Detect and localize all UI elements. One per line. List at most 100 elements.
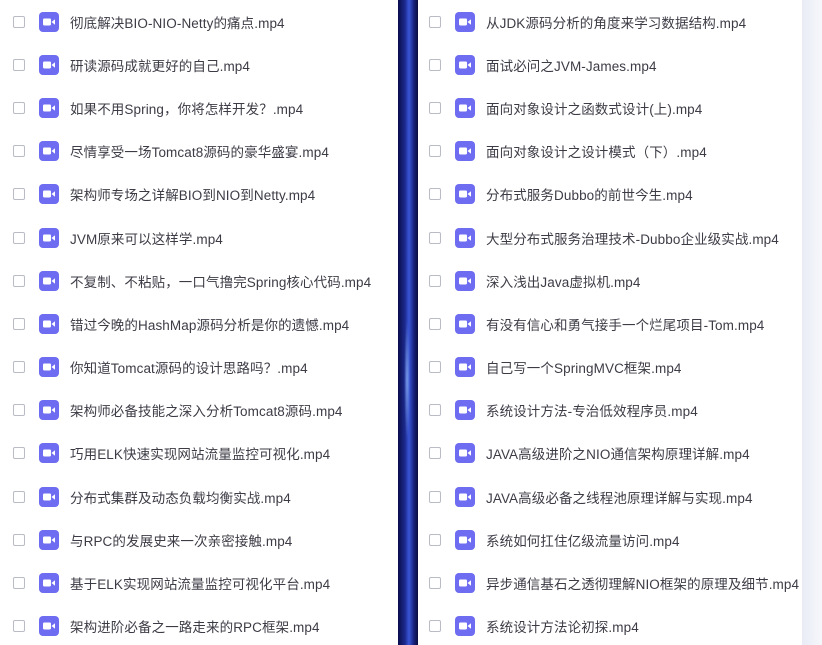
file-checkbox[interactable] bbox=[13, 620, 25, 633]
file-checkbox[interactable] bbox=[429, 58, 441, 71]
video-file-icon bbox=[455, 357, 475, 378]
file-name[interactable]: 你知道Tomcat源码的设计思路吗？.mp4 bbox=[70, 357, 308, 377]
file-checkbox[interactable] bbox=[429, 361, 441, 374]
file-checkbox[interactable] bbox=[13, 533, 25, 546]
file-checkbox[interactable] bbox=[13, 58, 25, 71]
file-name[interactable]: 面试必问之JVM-James.mp4 bbox=[486, 55, 657, 75]
file-row[interactable]: 有没有信心和勇气接手一个烂尾项目-Tom.mp4 bbox=[418, 302, 802, 345]
file-row[interactable]: 如果不用Spring，你将怎样开发？.mp4 bbox=[0, 86, 398, 129]
file-name[interactable]: JVM原来可以这样学.mp4 bbox=[70, 228, 223, 248]
file-name[interactable]: 分布式服务Dubbo的前世今生.mp4 bbox=[486, 184, 693, 204]
file-row[interactable]: 架构进阶必备之一路走来的RPC框架.mp4 bbox=[0, 605, 398, 645]
file-row[interactable]: 面试必问之JVM-James.mp4 bbox=[418, 43, 802, 86]
file-row[interactable]: 系统设计方法-专治低效程序员.mp4 bbox=[418, 389, 802, 432]
file-name[interactable]: 自己写一个SpringMVC框架.mp4 bbox=[486, 357, 682, 377]
file-name[interactable]: JAVA高级进阶之NIO通信架构原理详解.mp4 bbox=[486, 443, 750, 463]
file-name[interactable]: 大型分布式服务治理技术-Dubbo企业级实战.mp4 bbox=[486, 228, 779, 248]
file-name[interactable]: 架构师专场之详解BIO到NIO到Netty.mp4 bbox=[70, 184, 315, 204]
file-list-screenshot: 彻底解决BIO-NIO-Netty的痛点.mp4 研读源码成就更好的自己.mp4 如… bbox=[0, 0, 822, 645]
file-row[interactable]: 面向对象设计之设计模式（下）.mp4 bbox=[418, 130, 802, 173]
file-row[interactable]: 不复制、不粘贴，一口气撸完Spring核心代码.mp4 bbox=[0, 259, 398, 302]
file-row[interactable]: 从JDK源码分析的角度来学习数据结构.mp4 bbox=[418, 0, 802, 43]
file-checkbox[interactable] bbox=[429, 620, 441, 633]
file-checkbox[interactable] bbox=[429, 533, 441, 546]
file-name[interactable]: 不复制、不粘贴，一口气撸完Spring核心代码.mp4 bbox=[70, 271, 371, 291]
file-row[interactable]: 巧用ELK快速实现网站流量监控可视化.mp4 bbox=[0, 432, 398, 475]
file-checkbox[interactable] bbox=[13, 404, 25, 417]
file-checkbox[interactable] bbox=[429, 404, 441, 417]
file-row[interactable]: 基于ELK实现网站流量监控可视化平台.mp4 bbox=[0, 561, 398, 604]
file-row[interactable]: 大型分布式服务治理技术-Dubbo企业级实战.mp4 bbox=[418, 216, 802, 259]
video-file-icon bbox=[455, 400, 475, 421]
file-name[interactable]: 异步通信基石之透彻理解NIO框架的原理及细节.mp4 bbox=[486, 573, 799, 593]
left-file-list: 彻底解决BIO-NIO-Netty的痛点.mp4 研读源码成就更好的自己.mp4 如… bbox=[0, 0, 398, 645]
file-row[interactable]: 面向对象设计之函数式设计(上).mp4 bbox=[418, 86, 802, 129]
video-file-icon bbox=[39, 400, 59, 421]
file-row[interactable]: 架构师必备技能之深入分析Tomcat8源码.mp4 bbox=[0, 389, 398, 432]
right-file-panel: 从JDK源码分析的角度来学习数据结构.mp4 面试必问之JVM-James.mp4… bbox=[418, 0, 802, 645]
left-file-panel: 彻底解决BIO-NIO-Netty的痛点.mp4 研读源码成就更好的自己.mp4 如… bbox=[0, 0, 398, 645]
video-file-icon bbox=[455, 270, 475, 291]
file-row[interactable]: 异步通信基石之透彻理解NIO框架的原理及细节.mp4 bbox=[418, 561, 802, 604]
file-checkbox[interactable] bbox=[429, 15, 441, 28]
file-checkbox[interactable] bbox=[429, 188, 441, 201]
file-name[interactable]: JAVA高级必备之线程池原理详解与实现.mp4 bbox=[486, 487, 753, 507]
file-checkbox[interactable] bbox=[13, 231, 25, 244]
file-row[interactable]: 系统如何扛住亿级流量访问.mp4 bbox=[418, 518, 802, 561]
file-row[interactable]: 与RPC的发展史来一次亲密接触.mp4 bbox=[0, 518, 398, 561]
video-file-icon bbox=[39, 270, 59, 291]
file-checkbox[interactable] bbox=[13, 101, 25, 114]
file-name[interactable]: 面向对象设计之设计模式（下）.mp4 bbox=[486, 141, 707, 161]
file-name[interactable]: 错过今晚的HashMap源码分析是你的遗憾.mp4 bbox=[70, 314, 349, 334]
file-row[interactable]: JAVA高级必备之线程池原理详解与实现.mp4 bbox=[418, 475, 802, 518]
file-checkbox[interactable] bbox=[429, 231, 441, 244]
file-checkbox[interactable] bbox=[429, 490, 441, 503]
file-checkbox[interactable] bbox=[429, 447, 441, 460]
file-name[interactable]: 巧用ELK快速实现网站流量监控可视化.mp4 bbox=[70, 443, 330, 463]
file-name[interactable]: 有没有信心和勇气接手一个烂尾项目-Tom.mp4 bbox=[486, 314, 764, 334]
file-name[interactable]: 研读源码成就更好的自己.mp4 bbox=[70, 55, 250, 75]
file-checkbox[interactable] bbox=[429, 577, 441, 590]
file-row[interactable]: JAVA高级进阶之NIO通信架构原理详解.mp4 bbox=[418, 432, 802, 475]
file-row[interactable]: 架构师专场之详解BIO到NIO到Netty.mp4 bbox=[0, 173, 398, 216]
file-checkbox[interactable] bbox=[429, 274, 441, 287]
file-name[interactable]: 如果不用Spring，你将怎样开发？.mp4 bbox=[70, 98, 303, 118]
file-checkbox[interactable] bbox=[429, 317, 441, 330]
file-checkbox[interactable] bbox=[429, 101, 441, 114]
file-row[interactable]: 系统设计方法论初探.mp4 bbox=[418, 605, 802, 645]
file-name[interactable]: 系统设计方法-专治低效程序员.mp4 bbox=[486, 400, 698, 420]
file-name[interactable]: 架构进阶必备之一路走来的RPC框架.mp4 bbox=[70, 616, 320, 636]
file-checkbox[interactable] bbox=[13, 490, 25, 503]
file-row[interactable]: 分布式服务Dubbo的前世今生.mp4 bbox=[418, 173, 802, 216]
file-name[interactable]: 从JDK源码分析的角度来学习数据结构.mp4 bbox=[486, 12, 746, 32]
file-row[interactable]: 研读源码成就更好的自己.mp4 bbox=[0, 43, 398, 86]
file-row[interactable]: 分布式集群及动态负载均衡实战.mp4 bbox=[0, 475, 398, 518]
file-checkbox[interactable] bbox=[13, 447, 25, 460]
file-checkbox[interactable] bbox=[13, 317, 25, 330]
file-row[interactable]: 彻底解决BIO-NIO-Netty的痛点.mp4 bbox=[0, 0, 398, 43]
file-checkbox[interactable] bbox=[13, 274, 25, 287]
file-name[interactable]: 架构师必备技能之深入分析Tomcat8源码.mp4 bbox=[70, 400, 343, 420]
file-row[interactable]: 尽情享受一场Tomcat8源码的豪华盛宴.mp4 bbox=[0, 130, 398, 173]
file-row[interactable]: 错过今晚的HashMap源码分析是你的遗憾.mp4 bbox=[0, 302, 398, 345]
file-name[interactable]: 面向对象设计之函数式设计(上).mp4 bbox=[486, 98, 702, 118]
file-name[interactable]: 分布式集群及动态负载均衡实战.mp4 bbox=[70, 487, 291, 507]
file-checkbox[interactable] bbox=[13, 577, 25, 590]
file-name[interactable]: 基于ELK实现网站流量监控可视化平台.mp4 bbox=[70, 573, 330, 593]
file-name[interactable]: 系统设计方法论初探.mp4 bbox=[486, 616, 639, 636]
file-checkbox[interactable] bbox=[429, 145, 441, 158]
file-checkbox[interactable] bbox=[13, 188, 25, 201]
file-name[interactable]: 系统如何扛住亿级流量访问.mp4 bbox=[486, 530, 680, 550]
file-name[interactable]: 尽情享受一场Tomcat8源码的豪华盛宴.mp4 bbox=[70, 141, 329, 161]
video-file-icon bbox=[39, 184, 59, 205]
file-name[interactable]: 深入浅出Java虚拟机.mp4 bbox=[486, 271, 641, 291]
file-checkbox[interactable] bbox=[13, 15, 25, 28]
file-row[interactable]: 你知道Tomcat源码的设计思路吗？.mp4 bbox=[0, 346, 398, 389]
file-row[interactable]: JVM原来可以这样学.mp4 bbox=[0, 216, 398, 259]
file-row[interactable]: 自己写一个SpringMVC框架.mp4 bbox=[418, 346, 802, 389]
file-name[interactable]: 与RPC的发展史来一次亲密接触.mp4 bbox=[70, 530, 292, 550]
file-name[interactable]: 彻底解决BIO-NIO-Netty的痛点.mp4 bbox=[70, 12, 285, 32]
file-row[interactable]: 深入浅出Java虚拟机.mp4 bbox=[418, 259, 802, 302]
file-checkbox[interactable] bbox=[13, 145, 25, 158]
file-checkbox[interactable] bbox=[13, 361, 25, 374]
